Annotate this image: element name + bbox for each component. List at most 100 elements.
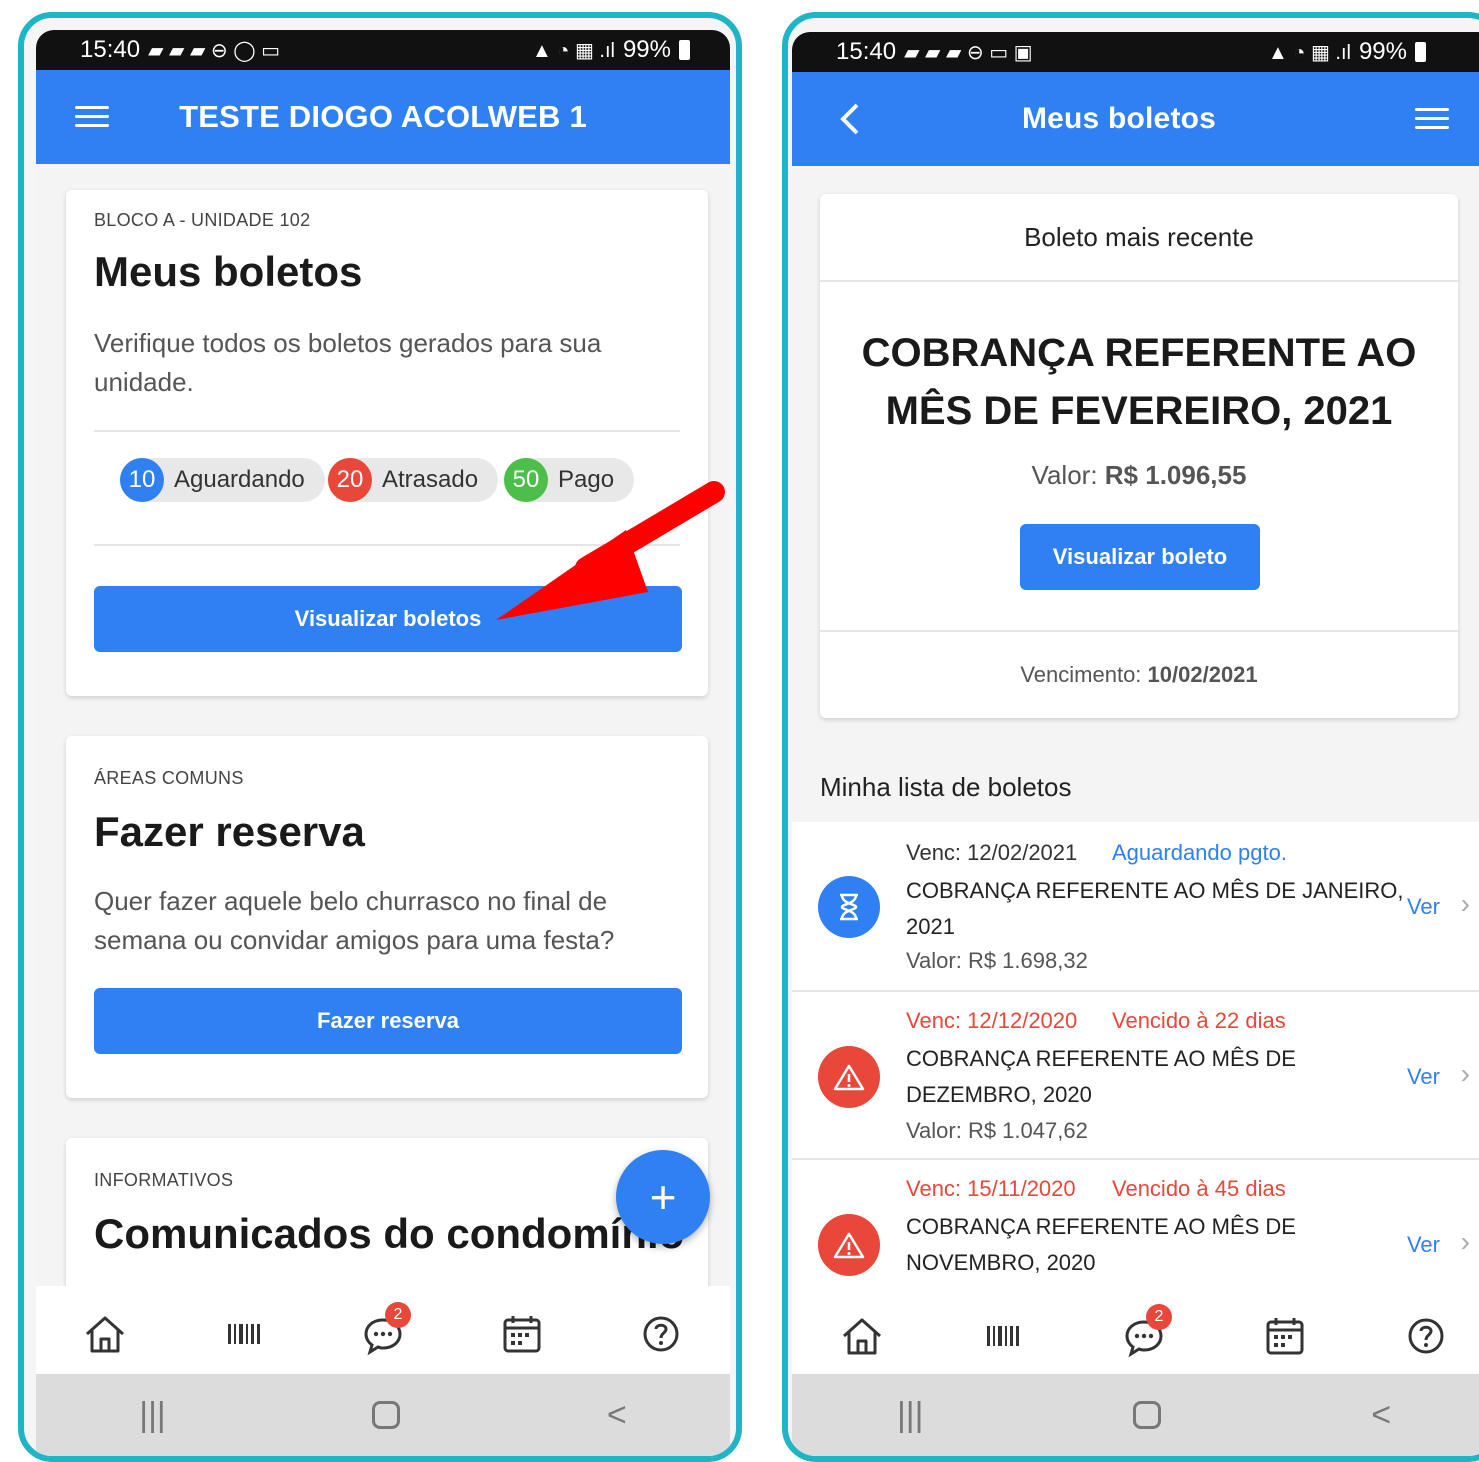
- status-bar: 15:40 ▰ ▰ ▰ ⊖ ◯ ▭ ▲ ◔ ▦ .ıl 99%: [36, 30, 730, 70]
- unit-label: BLOCO A - UNIDADE 102: [94, 210, 311, 230]
- chevron-right-icon: ›: [1460, 1058, 1470, 1089]
- due-date: Venc: 12/02/2021: [906, 840, 1078, 865]
- home-system-icon[interactable]: [1133, 1401, 1162, 1429]
- calendar-tab[interactable]: [492, 1304, 552, 1364]
- view-boleto-button[interactable]: Visualizar boleto: [1020, 524, 1260, 590]
- home-icon: [86, 1316, 125, 1353]
- description: COBRANÇA REFERENTE AO MÊS DE: [906, 1214, 1296, 1239]
- app-title: Meus boletos: [1021, 102, 1217, 135]
- card-title: Fazer reserva: [94, 808, 365, 855]
- recents-icon[interactable]: |||: [897, 1396, 924, 1435]
- help-tab[interactable]: [631, 1304, 691, 1364]
- chevron-right-icon: ›: [1460, 888, 1470, 919]
- calendar-tab[interactable]: [1255, 1306, 1315, 1366]
- back-arrow-icon: [840, 103, 859, 135]
- ver-link[interactable]: Ver: [1407, 1232, 1440, 1258]
- barcode-tab[interactable]: [214, 1304, 274, 1364]
- back-system-icon[interactable]: <: [1371, 1396, 1391, 1435]
- divider: [94, 430, 680, 432]
- ver-link[interactable]: Ver: [1407, 894, 1440, 920]
- phone-left: 15:40 ▰ ▰ ▰ ⊖ ◯ ▭ ▲ ◔ ▦ .ıl 99% TESTE DI…: [18, 12, 742, 1462]
- status-text: Aguardando pgto.: [1112, 840, 1287, 865]
- warning-icon: [818, 1046, 880, 1108]
- description-cont: 2021: [906, 914, 955, 939]
- add-fab-button[interactable]: +: [616, 1150, 710, 1244]
- ver-link[interactable]: Ver: [1407, 1064, 1440, 1090]
- status-time: 15:40: [836, 38, 897, 65]
- barcode-icon: [228, 1324, 261, 1344]
- chat-tab[interactable]: 2: [1114, 1304, 1174, 1366]
- warning-icon: [818, 1214, 880, 1276]
- boleto-list-item[interactable]: Venc: 12/12/2020 Vencido à 22 dias COBRA…: [792, 992, 1479, 1160]
- bottom-navigation: 2: [36, 1286, 730, 1382]
- app-bar: TESTE DIOGO ACOLWEB 1: [36, 70, 730, 164]
- reserva-card: ÁREAS COMUNS Fazer reserva Quer fazer aq…: [66, 736, 708, 1098]
- status-chip-atrasado[interactable]: 20 Atrasado: [328, 458, 499, 502]
- chip-count: 10: [120, 458, 164, 502]
- areas-label: ÁREAS COMUNS: [94, 768, 244, 788]
- screen-right: 15:40 ▰ ▰ ▰ ⊖ ▭ ▣ ▲ ◔ ▦ .ıl 99% Meus bol…: [792, 32, 1479, 1456]
- description-cont: NOVEMBRO, 2020: [906, 1250, 1096, 1275]
- description: COBRANÇA REFERENTE AO MÊS DE JANEIRO,: [906, 878, 1404, 903]
- home-system-icon[interactable]: [372, 1401, 401, 1429]
- chip-count: 20: [328, 458, 372, 502]
- valor-label: Valor:: [1031, 460, 1098, 490]
- due-date: Venc: 15/11/2020: [906, 1176, 1076, 1201]
- value: Valor: R$ 1.047,62: [906, 1118, 1088, 1143]
- back-system-icon[interactable]: <: [607, 1396, 627, 1435]
- menu-icon: [75, 106, 109, 128]
- chip-label: Aguardando: [174, 466, 305, 493]
- barcode-icon: [987, 1326, 1020, 1346]
- description-cont: DEZEMBRO, 2020: [906, 1082, 1092, 1107]
- home-icon: [843, 1318, 882, 1355]
- help-icon: [643, 1316, 679, 1352]
- due-date: Venc: 12/12/2020: [906, 1008, 1078, 1033]
- card-title: Meus boletos: [94, 248, 363, 295]
- calendar-icon: [1266, 1318, 1304, 1355]
- menu-button[interactable]: [70, 95, 114, 139]
- boleto-list-item[interactable]: Venc: 12/02/2021 Aguardando pgto. COBRAN…: [792, 822, 1479, 990]
- notification-icons: ▰ ▰ ▰ ⊖ ▭ ▣: [904, 41, 1033, 64]
- recent-boleto-title: COBRANÇA REFERENTE AO MÊS DE FEVEREIRO, …: [861, 331, 1417, 433]
- value: Valor: R$ 1.698,32: [906, 948, 1088, 973]
- chat-badge: 2: [1145, 1304, 1172, 1330]
- recent-card-header: Boleto mais recente: [1024, 222, 1254, 252]
- barcode-tab[interactable]: [973, 1306, 1033, 1366]
- menu-button[interactable]: [1410, 97, 1454, 141]
- signal-icons: ▲ ◔ ▦ .ıl: [1267, 41, 1351, 64]
- signal-icons: ▲ ◔ ▦ .ıl: [531, 39, 615, 62]
- app-title: TESTE DIOGO ACOLWEB 1: [179, 99, 587, 134]
- notification-icons: ▰ ▰ ▰ ⊖ ◯ ▭: [148, 39, 281, 62]
- battery-percent: 99%: [622, 36, 671, 63]
- chat-badge: 2: [384, 1302, 411, 1328]
- status-chip-aguardando[interactable]: 10 Aguardando: [120, 458, 325, 502]
- chat-tab[interactable]: 2: [353, 1302, 413, 1364]
- card-description: Verifique todos os boletos gerados para …: [94, 328, 602, 397]
- divider: [820, 630, 1458, 632]
- red-arrow-annotation: [496, 481, 725, 620]
- battery-icon: [679, 40, 690, 60]
- menu-icon: [1415, 108, 1449, 130]
- status-bar: 15:40 ▰ ▰ ▰ ⊖ ▭ ▣ ▲ ◔ ▦ .ıl 99%: [792, 32, 1479, 72]
- chevron-right-icon: ›: [1460, 1226, 1470, 1257]
- recent-boleto-due: Vencimento: 10/02/2021: [820, 662, 1458, 688]
- battery-percent: 99%: [1358, 38, 1407, 65]
- chip-label: Atrasado: [382, 466, 479, 493]
- due-label: Vencimento:: [1020, 662, 1142, 687]
- help-tab[interactable]: [1396, 1306, 1456, 1366]
- battery-icon: [1415, 42, 1426, 62]
- home-tab[interactable]: [832, 1306, 892, 1366]
- system-navigation: ||| <: [36, 1374, 730, 1456]
- description: COBRANÇA REFERENTE AO MÊS DE: [906, 1046, 1296, 1071]
- back-button[interactable]: [828, 97, 872, 141]
- divider: [820, 280, 1458, 282]
- card-description: Quer fazer aquele belo churrasco no fina…: [94, 886, 615, 955]
- make-reservation-button[interactable]: Fazer reserva: [94, 988, 682, 1054]
- app-bar: Meus boletos: [792, 72, 1479, 166]
- status-text: Vencido à 45 dias: [1112, 1176, 1286, 1201]
- home-tab[interactable]: [75, 1304, 135, 1364]
- recents-icon[interactable]: |||: [139, 1396, 166, 1435]
- phone-right: 15:40 ▰ ▰ ▰ ⊖ ▭ ▣ ▲ ◔ ▦ .ıl 99% Meus bol…: [782, 12, 1479, 1462]
- valor-amount: R$ 1.096,55: [1104, 460, 1247, 490]
- due-date: 10/02/2021: [1147, 662, 1258, 687]
